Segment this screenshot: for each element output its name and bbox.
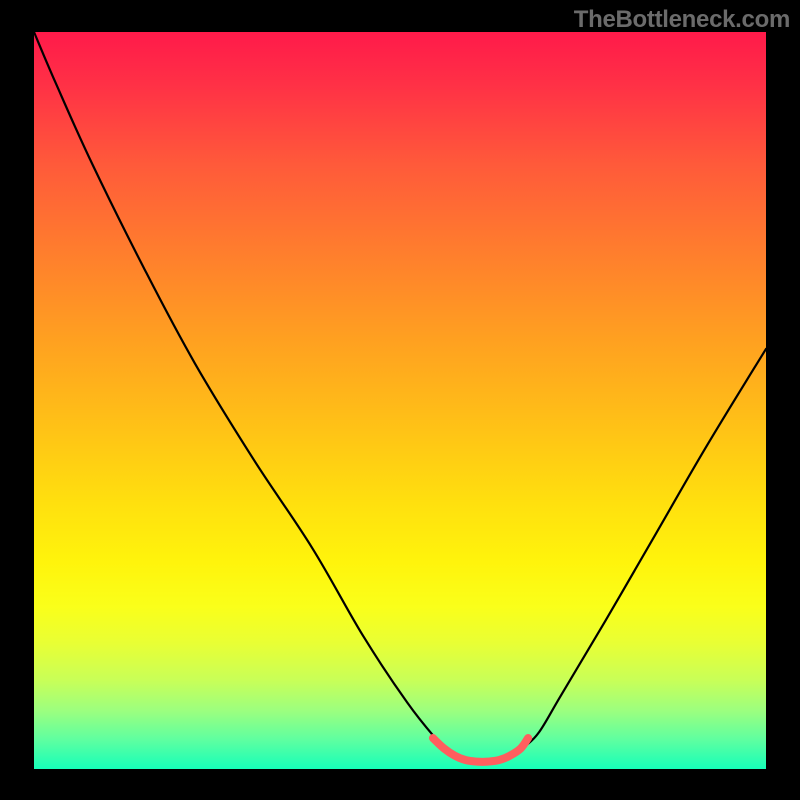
curve-group bbox=[34, 32, 766, 762]
watermark-text: TheBottleneck.com bbox=[574, 6, 790, 34]
chart-container: TheBottleneck.com bbox=[0, 0, 800, 800]
highlight-segment bbox=[433, 738, 528, 762]
bottleneck-curve bbox=[34, 32, 766, 762]
chart-svg bbox=[34, 32, 766, 769]
